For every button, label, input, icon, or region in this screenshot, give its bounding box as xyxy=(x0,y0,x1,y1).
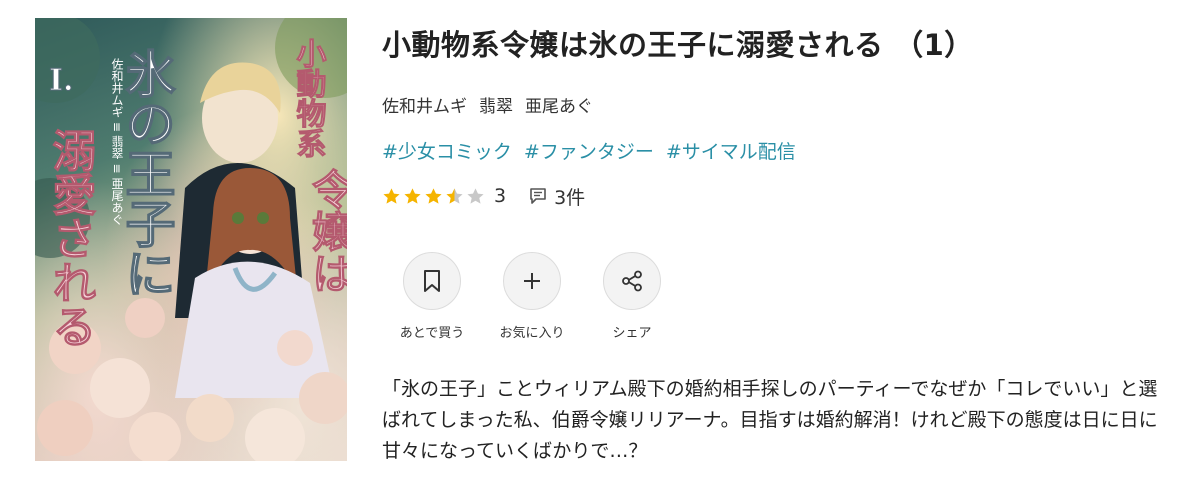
share-label: シェア xyxy=(612,326,652,341)
book-cover[interactable]: 氷の王子に 小動物系 令嬢は 溺愛される I. 佐和井ムギ ≡ 翡翠 ≡ 亜尾あ… xyxy=(35,18,347,461)
share-button[interactable]: シェア xyxy=(582,252,682,341)
review-count[interactable]: 3件 xyxy=(554,183,585,210)
book-description: 「氷の王子」ことウィリアム殿下の婚約相手探しのパーティーでなぜか「コレでいい」と… xyxy=(382,378,1158,462)
bookmark-icon xyxy=(424,270,440,292)
favorite-button[interactable]: お気に入り xyxy=(482,252,582,341)
star-icon xyxy=(404,187,421,204)
author-list: 佐和井ムギ 翡翠 亜尾あぐ xyxy=(382,92,593,117)
cover-credit: 佐和井ムギ ≡ 翡翠 ≡ 亜尾あぐ xyxy=(110,58,124,226)
author-name[interactable]: 翡翠 xyxy=(479,92,513,117)
book-title: 小動物系令嬢は氷の王子に溺愛される （1） xyxy=(382,28,974,62)
tag-link[interactable]: #サイマル配信 xyxy=(666,137,796,164)
favorite-circle[interactable] xyxy=(503,252,561,310)
rating-row: 3 3件 xyxy=(382,183,585,209)
star-rating xyxy=(382,187,485,206)
cover-title-main: 氷の王子に xyxy=(118,48,177,298)
share-icon xyxy=(622,270,642,292)
buy-later-circle[interactable] xyxy=(403,252,461,310)
tag-link[interactable]: #少女コミック xyxy=(382,137,512,164)
plus-icon xyxy=(524,273,540,289)
tag-list: #少女コミック #ファンタジー #サイマル配信 xyxy=(382,137,796,164)
author-name[interactable]: 亜尾あぐ xyxy=(525,92,593,117)
author-name[interactable]: 佐和井ムギ xyxy=(382,92,467,117)
cover-title-dekiai: 溺愛される xyxy=(45,128,97,348)
favorite-label: お気に入り xyxy=(499,326,565,341)
cover-title-rei: 令嬢は xyxy=(306,168,348,294)
cover-art: 氷の王子に 小動物系 令嬢は 溺愛される I. 佐和井ムギ ≡ 翡翠 ≡ 亜尾あ… xyxy=(35,18,347,461)
star-icon xyxy=(446,187,463,204)
rating-value: 3 xyxy=(494,185,507,207)
share-circle[interactable] xyxy=(603,252,661,310)
buy-later-label: あとで買う xyxy=(399,326,465,341)
action-buttons: あとで買う お気に入り シェア xyxy=(382,252,682,341)
star-icon xyxy=(383,187,400,204)
buy-later-button[interactable]: あとで買う xyxy=(382,252,482,341)
star-icon xyxy=(467,187,484,204)
comment-icon xyxy=(530,188,546,204)
cover-volume: I. xyxy=(49,63,73,98)
cover-title-sub: 小動物系 xyxy=(291,38,327,158)
star-icon xyxy=(425,187,442,204)
tag-link[interactable]: #ファンタジー xyxy=(524,137,654,164)
